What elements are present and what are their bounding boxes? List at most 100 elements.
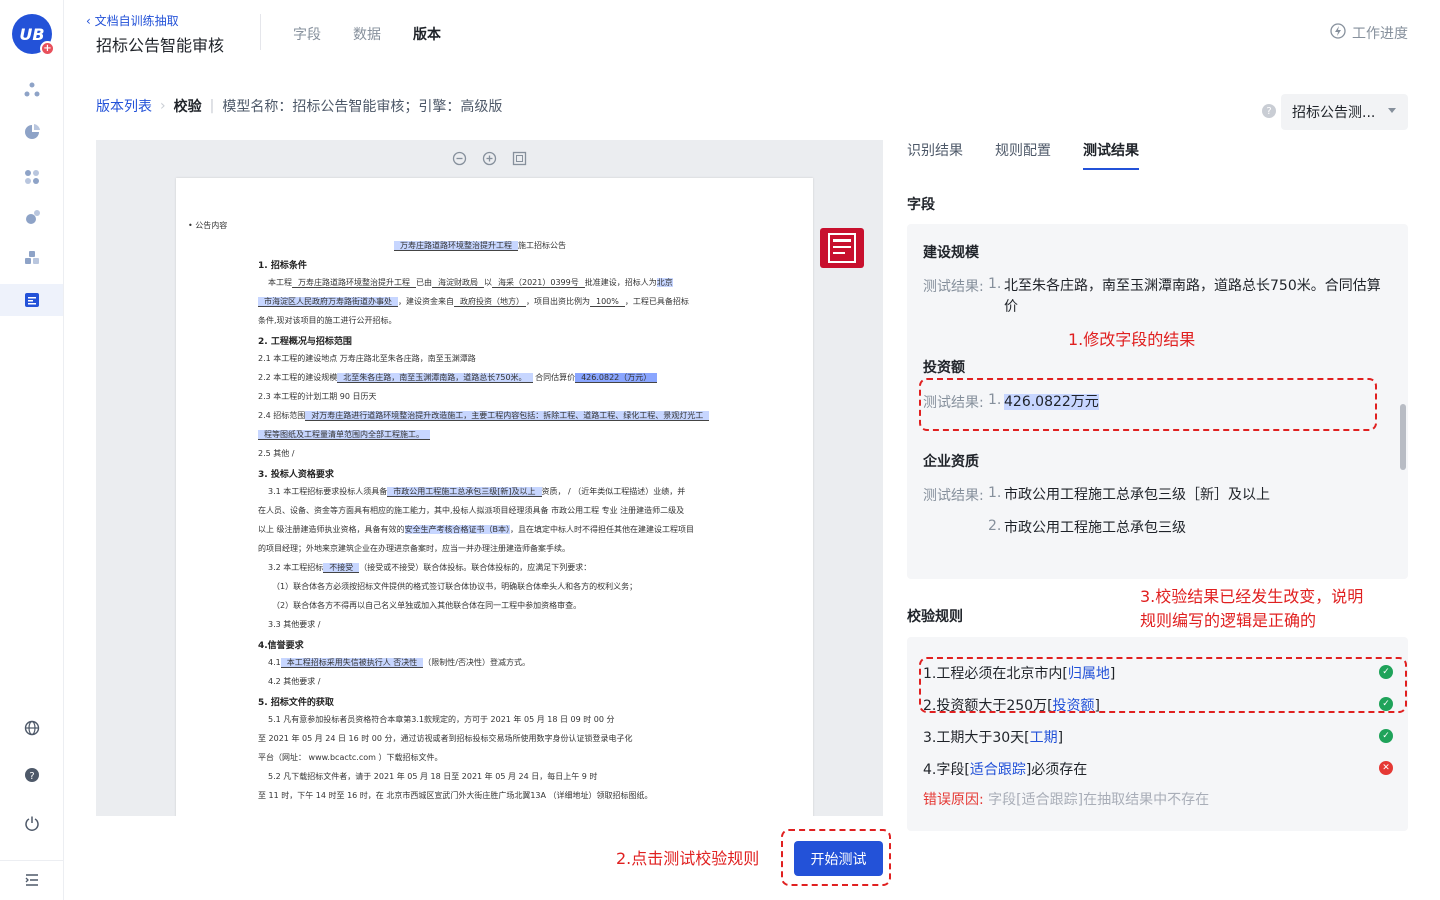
doc-title: 万寿庄路道路环境整治提升工程 施工招标公告: [394, 240, 566, 251]
doc-line-2-4: 2.4 招标范围 对万寿庄路进行道路环境整治提升改造施工，主要工程内容包括：拆除工…: [258, 410, 710, 421]
left-rail: UB + ?: [0, 0, 64, 900]
annotation-note-3b: 规则编写的逻辑是正确的: [1140, 611, 1317, 630]
breadcrumb-version-list[interactable]: 版本列表: [96, 96, 152, 116]
doc-line-5-3: 平台（网址： www.bcactc.com ）下载招标文件。: [258, 753, 443, 762]
error-text: 字段[适合跟踪]在抽取结果中不存在: [988, 792, 1210, 808]
doc-line-3-6: （1）联合体各方必须按招标文件提供的格式签订联合体协议书，明确联合体牵头人和各方…: [272, 582, 638, 591]
zoom-in-icon[interactable]: [481, 150, 497, 166]
caret-down-icon: [1388, 108, 1396, 113]
rule-field-link[interactable]: 适合跟踪: [970, 762, 1026, 778]
document-viewer[interactable]: • 公告内容 万寿庄路道路环境整治提升工程 施工招标公告 1. 招标条件 本工程万…: [96, 140, 883, 816]
doc-line-5-5: 至 11 时，下午 14 时至 16 时，在 北京市西城区宣武门外大街庄胜广场北…: [258, 791, 653, 800]
doc-heading-2: 2. 工程概况与招标范围: [258, 337, 352, 347]
annotation-note-3a: 3.校验结果已经发生改变，说明: [1140, 587, 1364, 606]
document-page: • 公告内容 万寿庄路道路环境整治提升工程 施工招标公告 1. 招标条件 本工程万…: [176, 178, 813, 816]
tab-fields[interactable]: 字段: [293, 24, 321, 44]
result-index: 1.: [988, 485, 1002, 501]
question-icon[interactable]: ?: [1262, 104, 1276, 118]
lightning-icon: [1330, 23, 1346, 43]
doc-section: • 公告内容: [188, 221, 228, 230]
rail-divider: [0, 860, 63, 861]
fit-page-icon[interactable]: [511, 150, 527, 166]
result-value[interactable]: 市政公用工程施工总承包三级: [1004, 518, 1384, 539]
blocks-icon[interactable]: [22, 248, 42, 268]
globe-icon[interactable]: [22, 718, 42, 738]
fields-title: 字段: [907, 197, 935, 213]
doc-line-3-7: （2）联合体各方不得再以自己名义单独或加入其他联合体在同一工程中参加资格审查。: [272, 601, 582, 610]
collapse-menu-icon[interactable]: [22, 870, 42, 890]
pie-chart-icon[interactable]: [22, 122, 42, 142]
doc-line-4-1: 4.1 本工程招标采用失信被执行人 否决性 （限制性/否决性）登减方式。: [268, 658, 530, 668]
breadcrumb-current: 校验: [173, 99, 202, 115]
doc-line-2-2: 2.2 本工程的建设规模 北至朱各庄路，南至玉渊潭南路，道路总长750米。 合同估…: [258, 372, 658, 383]
pdf-file-icon[interactable]: [820, 228, 864, 268]
doc-heading-4: 4.信誉要求: [258, 641, 304, 651]
doc-line-3-2: 在人员、设备、资金等方面具有相应的施工能力，其中,投标人拟派项目经理须具备 市政…: [258, 506, 685, 515]
chevron-right-icon: ›: [160, 98, 166, 114]
back-link[interactable]: ‹ 文档自训练抽取: [86, 12, 179, 29]
field-result-scale: 测试结果: 1. 北至朱各庄路，南至玉渊潭南路，道路总长750米。合同估算价: [923, 276, 1384, 318]
doc-line-3-3: 以上 级注册建造师执业资格，具备有效的安全生产考核合格证书（B本），且在填定中标…: [258, 525, 695, 534]
rules-title: 校验规则: [907, 609, 963, 625]
doc-line-3-5: 3.2 本工程招标 不接受 （接受或不接受）联合体投标。联合体投标的，应满足下列要求…: [268, 563, 592, 573]
doc-line-2-5: 2.5 其他 /: [258, 449, 295, 458]
nodes-icon[interactable]: [22, 80, 42, 100]
model-select[interactable]: 招标公告测...: [1281, 94, 1408, 130]
error-label: 错误原因:: [923, 792, 984, 808]
field-name-scale: 建设规模: [923, 245, 979, 261]
work-progress[interactable]: 工作进度: [1330, 23, 1408, 43]
apps-icon[interactable]: [22, 167, 42, 187]
tab-data[interactable]: 数据: [353, 24, 381, 44]
doc-line-2-4b: 程等图纸及工程量清单范围内全部工程施工。: [258, 429, 430, 440]
result-tabs: 识别结果 规则配置 测试结果: [907, 140, 1139, 170]
document-extract-icon[interactable]: [22, 290, 42, 310]
tab-test-result[interactable]: 测试结果: [1083, 140, 1139, 170]
back-label: 文档自训练抽取: [94, 14, 179, 28]
doc-para-1a: 本工程 万寿庄路道路环境整治提升工程 已由 海淀财政局以海采（2021）0399号 批准…: [268, 278, 673, 288]
power-icon[interactable]: [22, 813, 42, 833]
tab-version[interactable]: 版本: [413, 24, 441, 44]
annotation-note-2: 2.点击测试校验规则: [616, 849, 760, 868]
result-value[interactable]: 北至朱各庄路，南至玉渊潭南路，道路总长750米。合同估算价: [1004, 276, 1384, 318]
help-icon[interactable]: ?: [22, 765, 42, 785]
doc-line-4-2: 4.2 其他要求 /: [268, 677, 321, 686]
logo-text: UB: [19, 24, 45, 44]
field-name-investment: 投资额: [923, 360, 965, 376]
progress-label: 工作进度: [1352, 26, 1408, 42]
rule-item: 3.工期大于30天[工期] ✓: [923, 727, 1393, 747]
doc-line-5-2: 至 2021 年 05 月 24 日 16 时 00 分，通过访视或者到招标投标…: [258, 734, 633, 743]
model-select-value: 招标公告测...: [1292, 105, 1376, 121]
result-index: 2.: [988, 518, 1002, 534]
rule-field-link[interactable]: 工期: [1030, 730, 1058, 746]
error-circle-icon: ✕: [1379, 761, 1393, 775]
doc-heading-1: 1. 招标条件: [258, 261, 307, 271]
app-logo[interactable]: UB +: [12, 14, 55, 56]
doc-line-2-1: 2.1 本工程的建设地点 万寿庄路北至朱各庄路，南至玉渊潭路: [258, 354, 476, 363]
result-label: 测试结果:: [923, 279, 984, 295]
result-value[interactable]: 市政公用工程施工总承包三级［新］及以上: [1004, 485, 1384, 506]
doc-heading-3: 3. 投标人资格要求: [258, 470, 334, 480]
doc-para-1b: 市海淀区人民政府万寿路街道办事处 ，建设资金来自 政府投资（地方） ，项目出资比例为 1…: [258, 296, 689, 307]
doc-heading-5: 5. 招标文件的获取: [258, 698, 334, 708]
rule-item: 4.字段[适合跟踪]必须存在 ✕: [923, 759, 1393, 779]
breadcrumb-separator: |: [209, 98, 215, 114]
annotation-box-1: [919, 378, 1377, 431]
viewer-toolbar: [451, 150, 527, 166]
annotation-box-3: [919, 657, 1407, 713]
svg-text:?: ?: [29, 771, 34, 782]
doc-line-3-8: 3.3 其他要求 /: [268, 620, 321, 629]
field-result-qualification-1: 测试结果: 1. 市政公用工程施工总承包三级［新］及以上: [923, 485, 1384, 506]
model-icon[interactable]: [22, 207, 42, 227]
header-divider: [260, 14, 261, 50]
error-reason: 错误原因: 字段[适合跟踪]在抽取结果中不存在: [923, 789, 1209, 809]
tab-rule-config[interactable]: 规则配置: [995, 140, 1051, 170]
doc-para-1c: 条件,现对该项目的施工进行公开招标。: [258, 316, 397, 325]
zoom-out-icon[interactable]: [451, 150, 467, 166]
doc-line-3-1: 3.1 本工程招标要求投标人须具备 市政公用工程施工总承包三级[新]及以上 资质， …: [268, 487, 686, 497]
app-title: 招标公告智能审核: [96, 36, 225, 55]
tab-recognition[interactable]: 识别结果: [907, 140, 963, 170]
check-circle-icon: ✓: [1379, 729, 1393, 743]
scrollbar[interactable]: [1400, 404, 1406, 470]
result-label: 测试结果:: [923, 488, 984, 504]
logo-badge: +: [40, 41, 55, 56]
